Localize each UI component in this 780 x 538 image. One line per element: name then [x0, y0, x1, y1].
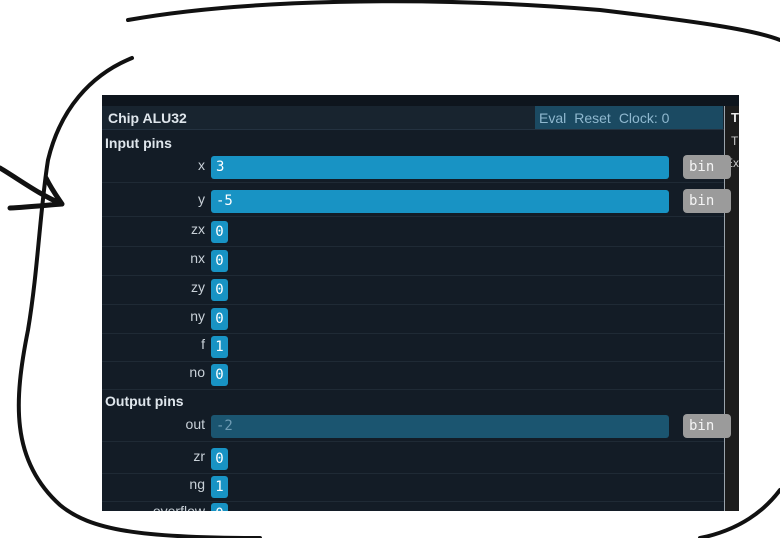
- pin-row-ny: ny 0: [102, 305, 724, 334]
- format-button-out[interactable]: bin: [683, 414, 731, 438]
- pin-row-zr: zr 0: [102, 445, 724, 474]
- input-pins-heading: Input pins: [105, 135, 172, 151]
- pin-out-value: -2: [211, 415, 669, 438]
- pin-ng-value: 1: [211, 476, 228, 498]
- pin-f-toggle[interactable]: 1: [211, 336, 228, 358]
- pin-row-nx: nx 0: [102, 247, 724, 276]
- drawn-arrow: [0, 165, 65, 211]
- pin-row-y: y -5 bin: [102, 188, 731, 217]
- chip-controls: Eval Reset Clock: 0: [535, 106, 723, 129]
- chip-header: Chip ALU32 Eval Reset Clock: 0: [102, 106, 725, 130]
- chip-panel: Chip ALU32 Eval Reset Clock: 0 T T Ex In…: [102, 95, 739, 511]
- pin-label: y: [198, 191, 205, 207]
- pin-label: x: [198, 157, 205, 173]
- pin-label: nx: [190, 250, 205, 266]
- format-button-y[interactable]: bin: [683, 189, 731, 213]
- pin-zy-toggle[interactable]: 0: [211, 279, 228, 301]
- pin-x-input[interactable]: 3: [211, 156, 669, 179]
- test-pane-caption: T: [731, 110, 739, 125]
- pin-row-f: f 1: [102, 333, 724, 362]
- pin-row-out: out -2 bin: [102, 413, 731, 442]
- pin-row-ng: ng 1: [102, 473, 724, 502]
- panel-top-bar: [102, 95, 739, 106]
- pin-ny-toggle[interactable]: 0: [211, 308, 228, 330]
- eval-button[interactable]: Eval: [539, 110, 566, 126]
- pin-label: ng: [189, 476, 205, 492]
- output-pins-heading: Output pins: [105, 393, 184, 409]
- format-button-x[interactable]: bin: [683, 155, 731, 179]
- pin-row-no: no 0: [102, 361, 724, 390]
- pin-label: overflow: [152, 503, 205, 511]
- pin-row-x: x 3 bin: [102, 154, 731, 183]
- pin-zr-value: 0: [211, 448, 228, 470]
- chip-title: Chip ALU32: [108, 110, 187, 126]
- pin-row-zy: zy 0: [102, 276, 724, 305]
- pin-row-zx: zx 0: [102, 218, 724, 247]
- pin-zx-toggle[interactable]: 0: [211, 221, 228, 243]
- pin-row-overflow: overflow 0: [102, 500, 724, 511]
- pin-no-toggle[interactable]: 0: [211, 364, 228, 386]
- pin-label: zx: [191, 221, 205, 237]
- pin-nx-toggle[interactable]: 0: [211, 250, 228, 272]
- test-pane-row: T: [731, 134, 739, 148]
- pin-label: ny: [190, 308, 205, 324]
- pin-label: zy: [191, 279, 205, 295]
- pin-label: zr: [193, 448, 205, 464]
- pin-label: no: [189, 364, 205, 380]
- reset-button[interactable]: Reset: [574, 110, 611, 126]
- clock-button[interactable]: Clock: 0: [619, 110, 670, 126]
- pin-label: f: [201, 336, 205, 352]
- pin-label: out: [185, 416, 205, 432]
- pin-y-input[interactable]: -5: [211, 190, 669, 213]
- pin-overflow-value: 0: [211, 503, 228, 511]
